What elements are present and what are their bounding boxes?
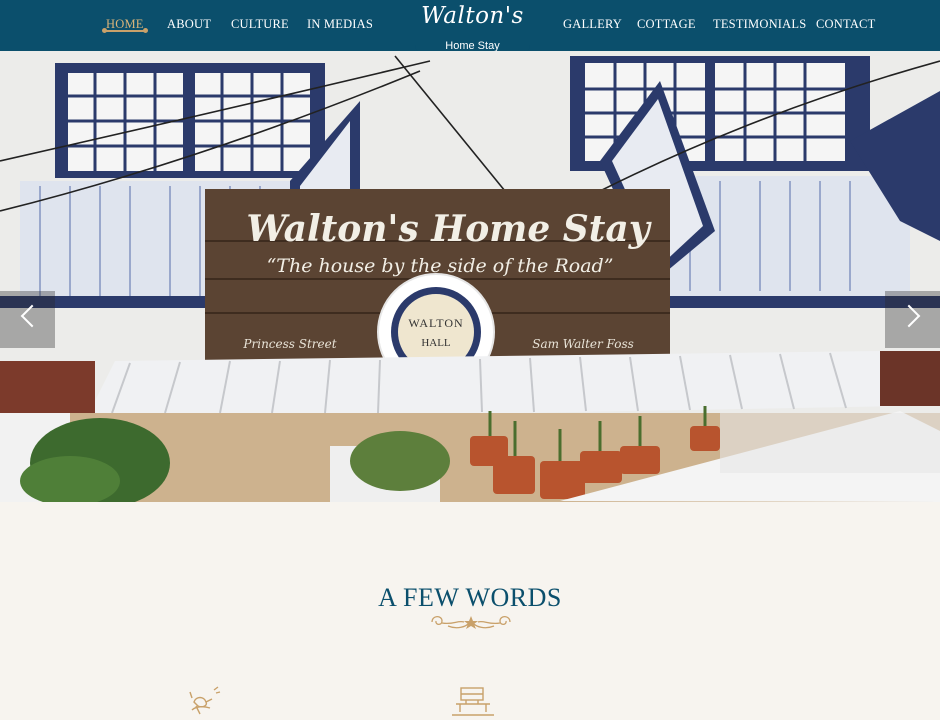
hero-slider: Walton's Home Stay “The house by the sid… [0,51,940,502]
ornament-divider-icon [431,615,511,629]
nav-home[interactable]: HOME [102,0,148,51]
section-title: A FEW WORDS [378,583,562,612]
active-indicator [102,28,148,33]
nav-home-label: HOME [106,17,144,31]
sign-left: Princess Street [242,337,336,351]
slider-prev-button[interactable] [0,291,55,348]
nav-testimonials[interactable]: TESTIMONIALS [713,0,806,51]
nav-in-medias[interactable]: IN MEDIAS [307,0,373,51]
nav-gallery[interactable]: GALLERY [563,0,622,51]
hero-photo: Walton's Home Stay “The house by the sid… [0,51,940,502]
logo-script-text: Walton's [421,3,524,29]
cottage-bench-icon [452,687,494,716]
slider-next-button[interactable] [885,291,940,348]
chevron-right-icon [897,304,921,328]
plaque-top: WALTON [408,316,463,330]
nav-cottage[interactable]: COTTAGE [637,0,696,51]
bird-on-branch-icon [189,686,221,715]
plaque-bottom: HALL [421,337,451,349]
sign-right: Sam Walter Foss [532,337,634,351]
nav-contact[interactable]: CONTACT [816,0,875,51]
chevron-left-icon [20,304,44,328]
sign-title: Walton's Home Stay [246,208,651,250]
nav-about[interactable]: ABOUT [167,0,211,51]
nav-culture[interactable]: CULTURE [231,0,289,51]
